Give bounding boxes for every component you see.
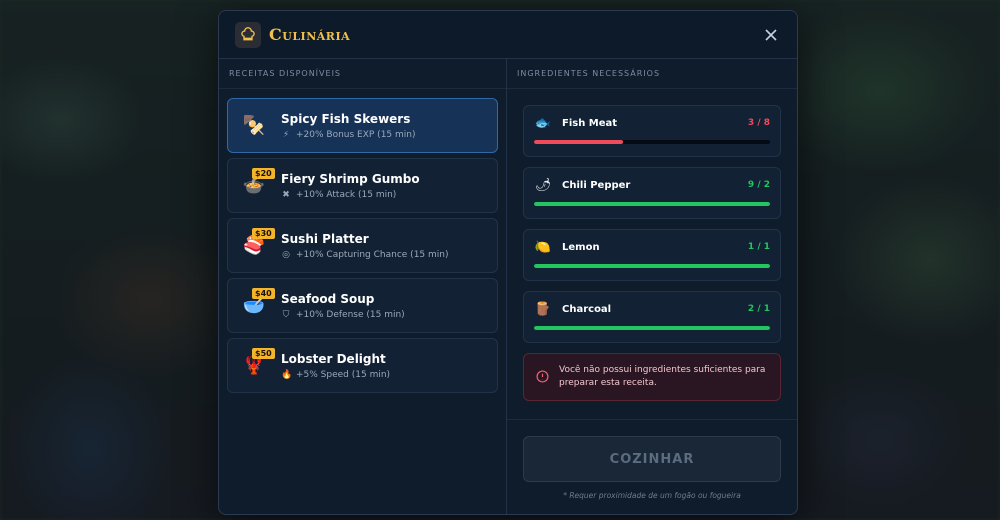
ingredient-count: 3 / 8 (747, 118, 770, 128)
recipe-bonus: ⚡ +20% Bonus EXP (15 min) (281, 130, 416, 140)
ingredient-count: 9 / 2 (747, 180, 770, 190)
ingredient-progress-bar (534, 326, 770, 330)
ingredient-item: 🐟 Fish Meat 3 / 8 (523, 105, 781, 157)
ingredient-icon: 🪵 (534, 301, 552, 317)
recipes-section-label: RECEITAS DISPONÍVEIS (219, 59, 506, 89)
insufficient-ingredients-warning: Você não possui ingredientes suficientes… (523, 353, 781, 401)
ingredient-icon: 🌶 (534, 177, 552, 193)
bonus-icon: ◎ (282, 249, 290, 260)
bonus-icon: ⚡ (282, 129, 290, 140)
recipe-bonus: 🔥 +5% Speed (15 min) (281, 370, 390, 380)
ingredient-progress-fill (534, 140, 623, 144)
ingredient-progress-bar (534, 264, 770, 268)
recipe-name: Spicy Fish Skewers (281, 111, 411, 126)
cooking-modal: Culinária RECEITAS DISPONÍVEIS 🍢 Spicy F… (218, 10, 798, 515)
recipe-bonus: ✖ +10% Attack (15 min) (281, 190, 420, 200)
ingredient-icon: 🐟 (534, 115, 552, 131)
chef-hat-icon (235, 21, 261, 48)
warning-text: Você não possui ingredientes suficientes… (559, 365, 766, 388)
ingredient-item: 🍋 Lemon 1 / 1 (523, 229, 781, 281)
ingredient-progress-bar (534, 202, 770, 206)
bonus-text: +20% Bonus EXP (15 min) (296, 129, 416, 140)
recipe-item[interactable]: 🍢 Spicy Fish Skewers ⚡ +20% Bonus EXP (1… (227, 98, 498, 153)
bonus-icon: 🔥 (281, 369, 293, 380)
recipe-bonus: ⛉ +10% Defense (15 min) (281, 310, 405, 320)
price-badge: $30 (252, 228, 275, 239)
ingredients-section-label: INGREDIENTES NECESSÁRIOS (507, 59, 797, 89)
divider (507, 419, 797, 420)
ingredient-name: Lemon (562, 241, 600, 253)
ingredient-progress-bar (534, 140, 770, 144)
ingredient-count: 1 / 1 (747, 242, 770, 252)
ingredient-count: 2 / 1 (747, 304, 770, 314)
recipe-list: 🍢 Spicy Fish Skewers ⚡ +20% Bonus EXP (1… (227, 98, 498, 393)
bonus-icon: ⛉ (282, 309, 290, 320)
ingredient-progress-fill (534, 326, 770, 330)
bonus-icon: ✖ (282, 189, 290, 200)
ingredients-panel: INGREDIENTES NECESSÁRIOS 🐟 Fish Meat 3 /… (507, 59, 797, 514)
ingredient-item: 🌶 Chili Pepper 9 / 2 (523, 167, 781, 219)
ingredient-name: Fish Meat (562, 117, 618, 129)
bonus-text: +10% Attack (15 min) (296, 189, 397, 200)
cook-button[interactable]: COZINHAR (523, 436, 781, 482)
recipes-panel: RECEITAS DISPONÍVEIS 🍢 Spicy Fish Skewer… (219, 59, 507, 514)
price-badge: $50 (252, 348, 275, 359)
ingredient-item: 🪵 Charcoal 2 / 1 (523, 291, 781, 343)
ingredient-progress-fill (534, 264, 770, 268)
ingredient-name: Chili Pepper (562, 179, 631, 191)
ingredient-list: 🐟 Fish Meat 3 / 8 🌶 Chili Pepper 9 / 2 🍋… (523, 105, 781, 343)
bonus-text: +10% Defense (15 min) (296, 309, 405, 320)
ingredient-icon: 🍋 (534, 239, 552, 255)
ingredient-progress-fill (534, 202, 770, 206)
recipe-name: Fiery Shrimp Gumbo (281, 171, 420, 186)
recipe-item[interactable]: 🥣 $40 Seafood Soup ⛉ +10% Defense (15 mi… (227, 278, 498, 333)
recipe-name: Sushi Platter (281, 231, 369, 246)
alert-circle-icon (536, 368, 549, 387)
bonus-text: +5% Speed (15 min) (296, 369, 391, 380)
modal-header: Culinária (219, 11, 797, 59)
recipe-item[interactable]: 🍣 $30 Sushi Platter ◎ +10% Capturing Cha… (227, 218, 498, 273)
price-badge: $20 (252, 168, 275, 179)
price-badge: $40 (252, 288, 275, 299)
recipe-name: Lobster Delight (281, 351, 386, 366)
modal-title: Culinária (269, 25, 351, 44)
ingredient-name: Charcoal (562, 303, 612, 315)
recipe-icon: 🍢 (242, 114, 266, 138)
recipe-item[interactable]: 🦞 $50 Lobster Delight 🔥 +5% Speed (15 mi… (227, 338, 498, 393)
cook-requirement-note: * Requer proximidade de um fogão ou fogu… (563, 491, 741, 500)
recipe-name: Seafood Soup (281, 291, 375, 306)
close-icon[interactable] (761, 25, 781, 45)
recipe-item[interactable]: 🍲 $20 Fiery Shrimp Gumbo ✖ +10% Attack (… (227, 158, 498, 213)
recipe-bonus: ◎ +10% Capturing Chance (15 min) (281, 249, 449, 260)
recipe-food-icon: 🍢 (242, 115, 266, 136)
bonus-text: +10% Capturing Chance (15 min) (296, 249, 449, 260)
